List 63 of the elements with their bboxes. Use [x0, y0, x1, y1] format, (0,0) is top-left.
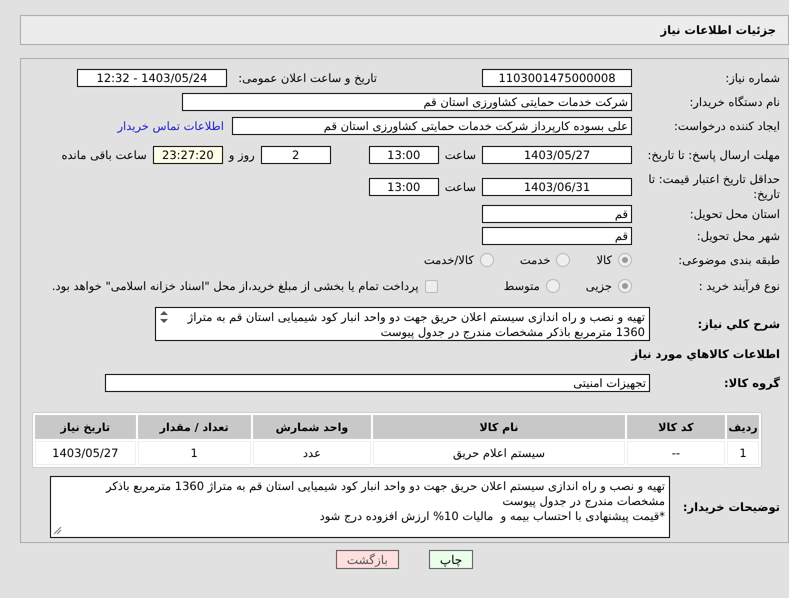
radio-button[interactable] [556, 253, 570, 267]
resize-grip-icon[interactable] [53, 526, 62, 535]
radio-button[interactable] [546, 279, 560, 293]
field-label: استان محل تحویل: [688, 206, 780, 222]
field-label: طبقه بندی موضوعی: [677, 252, 780, 268]
table-cell: 1 [727, 441, 759, 465]
back-button[interactable]: بازگشت [336, 550, 399, 569]
page-title: جزئیات اطلاعات نیاز [660, 23, 776, 37]
field-label: ساعت [444, 148, 476, 162]
validity-time-field[interactable]: 13:00 [368, 178, 439, 196]
field-label: نوع فرآیند خرید : [698, 278, 780, 294]
table-cell: 1403/05/27 [35, 441, 136, 465]
remaining-time-field[interactable]: 23:27:20 [152, 146, 223, 164]
radio-button[interactable] [480, 253, 494, 267]
field-label: تاریخ و ساعت اعلان عمومی: [237, 70, 377, 86]
announce-date-field[interactable]: 1403/05/24 - 12:32 [77, 69, 227, 87]
deadline-date-field[interactable]: 1403/05/27 [482, 146, 632, 164]
field-label: شرح کلي نياز: [696, 316, 780, 332]
field-label: توضیحات خریدار: [682, 500, 780, 514]
need-number-field[interactable]: 1103001475000008 [482, 69, 632, 87]
buyer-notes-field[interactable]: تهیه و نصب و راه اندازی سیستم اعلان حریق جهت دو واحد انبار کود شیمیایی استان قم به متراژ 1360 مترمربع باذکر مشخصات مندرج در جدول پیوست *قیمت پیشنهادی با احتساب بیمه و مالیات 10% ارزش افزوده درج شود [50, 476, 670, 538]
scroll-arrows-icon[interactable] [159, 310, 169, 324]
validity-date-field[interactable]: 1403/06/31 [482, 178, 632, 196]
buyer-contact-link[interactable]: اطلاعات تماس خریدار [117, 119, 224, 133]
column-header: کد کالا [626, 415, 726, 439]
province-field[interactable]: قم [482, 205, 632, 223]
radio-label: جزیی [586, 279, 612, 293]
section-title: اطلاعات کالاهاي مورد نياز [630, 346, 780, 362]
checkbox[interactable] [424, 280, 438, 292]
radio-label: متوسط [504, 279, 540, 293]
deadline-time-field[interactable]: 13:00 [368, 146, 439, 164]
table-cell: عدد [252, 441, 372, 465]
field-label: گروه کالا: [723, 376, 780, 390]
column-header: تاریخ نیاز [35, 415, 136, 439]
description-field[interactable]: تهیه و نصب و راه اندازی سیستم اعلان حریق جهت دو واحد انبار کود شیمیایی استان قم به متراژ 1360 مترمربع باذکر مشخصات مندرج در جدول پیوست [155, 307, 650, 341]
field-label: ایجاد کننده درخواست: [673, 118, 780, 134]
radio-label: کالا [596, 253, 612, 267]
column-header: ردیف [727, 415, 759, 439]
radio-button[interactable] [618, 279, 632, 293]
column-header: واحد شمارش [252, 415, 372, 439]
table-cell: 1 [138, 441, 251, 465]
field-label: شهر محل تحویل: [696, 228, 780, 244]
table-cell: سیستم اعلام حریق [373, 441, 625, 465]
radio-label: خدمت [520, 253, 550, 267]
requester-field[interactable]: علی بسوده کارپرداز شرکت خدمات حمایتی کشاورزی استان قم [232, 117, 632, 135]
field-label: روز و [228, 148, 255, 162]
radio-label: کالا/خدمت [424, 253, 474, 267]
column-header: تعداد / مقدار [138, 415, 251, 439]
radio-button[interactable] [618, 253, 632, 267]
field-label: ساعت [444, 180, 476, 194]
field-label: مهلت ارسال پاسخ: تا تاریخ: [646, 148, 780, 162]
checkbox-label: پرداخت تمام یا بخشی از مبلغ خرید،از محل "اسناد خزانه اسلامی" خواهد بود. [52, 279, 419, 293]
print-button[interactable]: چاپ [428, 550, 474, 569]
goods-group-field[interactable]: تجهیزات امنیتی [105, 374, 650, 392]
field-label: ساعت باقی مانده [62, 148, 147, 162]
field-label: نام دستگاه خریدار: [688, 94, 780, 110]
table-cell: -- [626, 441, 726, 465]
field-label: حداقل تاریخ اعتبار قیمت: تا تاریخ: [647, 172, 780, 202]
city-field[interactable]: قم [482, 227, 632, 245]
field-label: شماره نیاز: [724, 70, 780, 86]
buyer-org-field[interactable]: شرکت خدمات حمایتی کشاورزی استان قم [182, 93, 632, 111]
days-field[interactable]: 2 [260, 146, 331, 164]
column-header: نام کالا [373, 415, 625, 439]
